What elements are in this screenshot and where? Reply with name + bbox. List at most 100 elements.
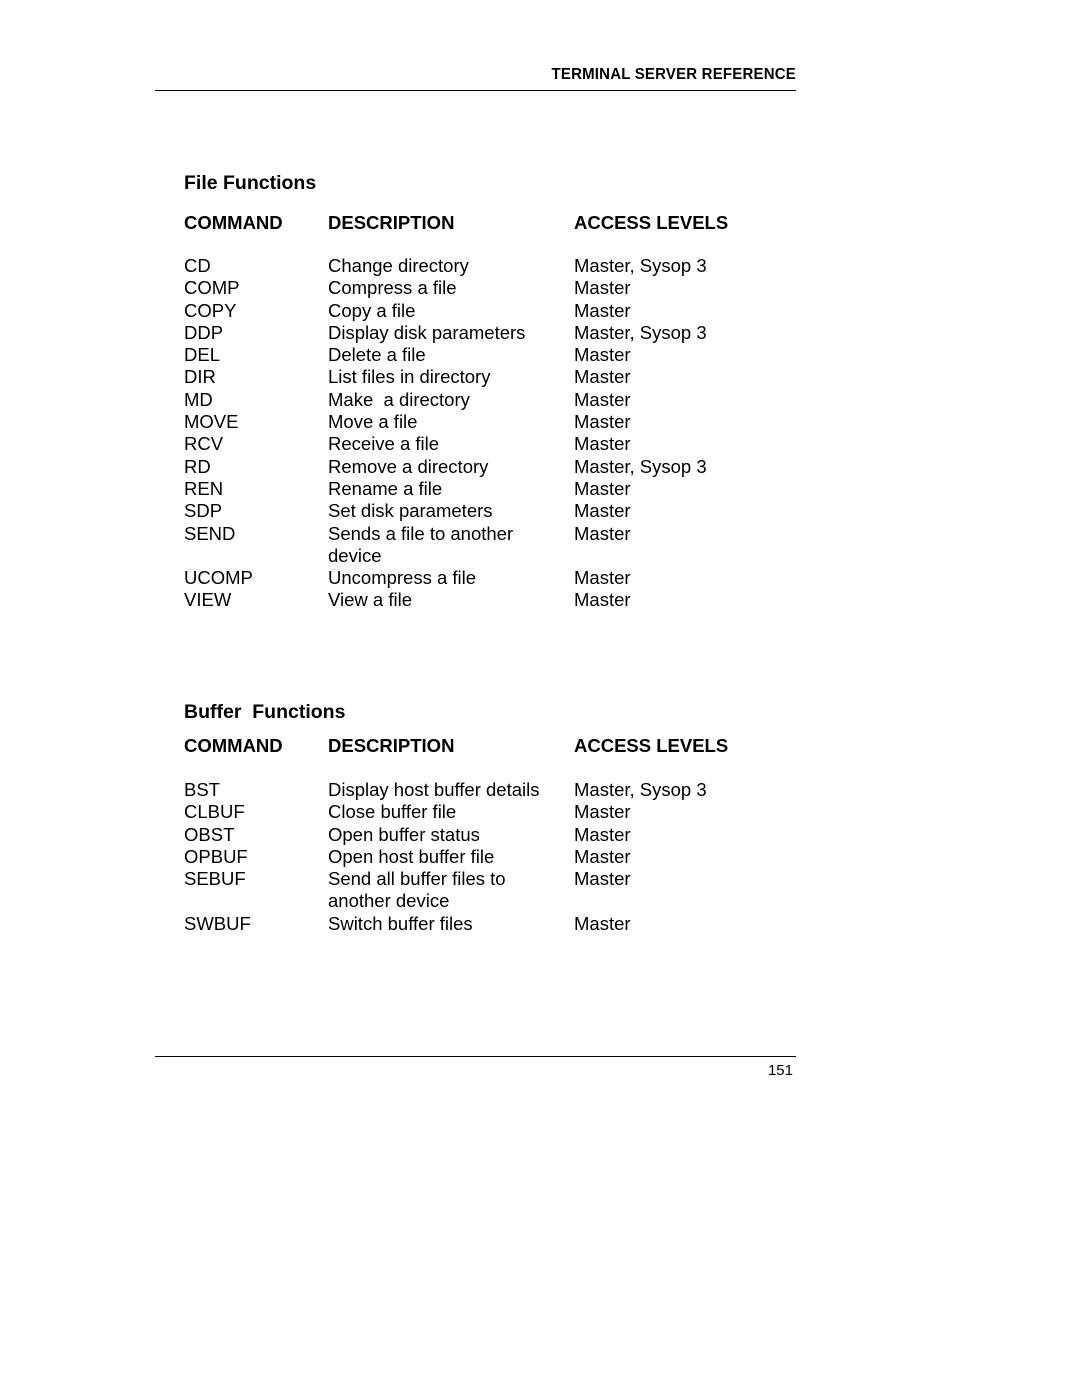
- footer-rule: [155, 1056, 796, 1057]
- table-row: COMP Compress a file Master: [184, 277, 784, 299]
- description-cell: Send all buffer files to another device: [328, 868, 511, 912]
- column-header-description: DESCRIPTION: [328, 212, 455, 233]
- table-header: COMMAND DESCRIPTION ACCESS LEVELS: [184, 735, 784, 759]
- access-level-cell: Master: [574, 277, 631, 299]
- description-cell: Move a file: [328, 411, 418, 433]
- command-cell: SEBUF: [184, 868, 246, 890]
- description-cell: Set disk parameters: [328, 500, 493, 522]
- access-level-cell: Master: [574, 522, 631, 544]
- command-cell: DDP: [184, 321, 224, 343]
- access-level-cell: Master: [574, 589, 631, 611]
- table-row: RCV Receive a file Master: [184, 433, 784, 455]
- access-level-cell: Master: [574, 500, 631, 522]
- access-level-cell: Master, Sysop 3: [574, 255, 707, 276]
- buffer-functions-section: Buffer Functions COMMAND DESCRIPTION ACC…: [184, 700, 784, 935]
- command-cell: VIEW: [184, 589, 232, 611]
- command-cell: SWBUF: [184, 912, 251, 934]
- access-level-cell: Master: [574, 299, 631, 321]
- table-row: SWBUF Switch buffer files Master: [184, 913, 784, 935]
- access-level-cell: Master: [574, 433, 631, 455]
- command-cell: RCV: [184, 433, 224, 455]
- table-row: CD Change directory Master, Sysop 3: [184, 255, 784, 277]
- command-cell: RD: [184, 455, 211, 477]
- table-row: OPBUF Open host buffer file Master: [184, 846, 784, 868]
- description-cell: Uncompress a file: [328, 567, 477, 589]
- description-cell: Delete a file: [328, 344, 426, 366]
- command-cell: COMP: [184, 277, 240, 299]
- description-cell: Rename a file: [328, 477, 443, 499]
- column-header-command: COMMAND: [184, 212, 283, 233]
- description-cell: Make a directory: [328, 388, 470, 410]
- command-cell: CLBUF: [184, 801, 245, 823]
- access-level-cell: Master, Sysop 3: [574, 321, 707, 343]
- access-level-cell: Master, Sysop 3: [574, 455, 707, 477]
- table-row: SEBUF Send all buffer files to another de…: [184, 868, 784, 913]
- description-cell: Compress a file: [328, 277, 457, 299]
- description-cell: Close buffer file: [328, 801, 457, 823]
- access-level-cell: Master, Sysop 3: [574, 779, 707, 800]
- table-row: DDP Display disk parameters Master, Sysop …: [184, 322, 784, 344]
- table-row: DIR List files in directory Master: [184, 366, 784, 388]
- access-level-cell: Master: [574, 868, 631, 890]
- command-cell: DIR: [184, 366, 216, 388]
- command-cell: REN: [184, 477, 224, 499]
- access-level-cell: Master: [574, 388, 631, 410]
- header-rule: [155, 90, 796, 91]
- table-row: BST Display host buffer details Master, Sy…: [184, 779, 784, 801]
- command-cell: COPY: [184, 299, 237, 321]
- description-cell: Sends a file to another device: [328, 522, 519, 566]
- description-cell: List files in directory: [328, 366, 491, 388]
- description-cell: Display host buffer details: [328, 779, 540, 800]
- table-body: CD Change directory Master, Sysop 3 COMP Com…: [184, 255, 784, 612]
- description-cell: Switch buffer files: [328, 912, 473, 934]
- table-row: CLBUF Close buffer file Master: [184, 801, 784, 823]
- command-cell: DEL: [184, 344, 220, 366]
- description-cell: Open host buffer file: [328, 845, 495, 867]
- table-row: SDP Set disk parameters Master: [184, 500, 784, 522]
- table-header: COMMAND DESCRIPTION ACCESS LEVELS: [184, 212, 784, 236]
- table-row: DEL Delete a file Master: [184, 344, 784, 366]
- table-row: MD Make a directory Master: [184, 389, 784, 411]
- column-header-access-levels: ACCESS LEVELS: [574, 735, 729, 756]
- description-cell: Copy a file: [328, 299, 416, 321]
- section-title: Buffer Functions: [184, 701, 346, 723]
- command-cell: MOVE: [184, 411, 239, 433]
- running-header-title: TERMINAL SERVER REFERENCE: [551, 65, 796, 84]
- access-level-cell: Master: [574, 344, 631, 366]
- access-level-cell: Master: [574, 477, 631, 499]
- section-title: File Functions: [184, 172, 317, 194]
- description-cell: Open buffer status: [328, 823, 480, 845]
- table-row: UCOMP Uncompress a file Master: [184, 567, 784, 589]
- access-level-cell: Master: [574, 912, 631, 934]
- command-cell: OBST: [184, 823, 235, 845]
- command-cell: CD: [184, 255, 211, 276]
- command-cell: MD: [184, 388, 213, 410]
- page-number: 151: [767, 1062, 793, 1079]
- command-cell: BST: [184, 779, 220, 800]
- column-header-command: COMMAND: [184, 735, 283, 756]
- table-row: OBST Open buffer status Master: [184, 824, 784, 846]
- access-level-cell: Master: [574, 801, 631, 823]
- table-row: REN Rename a file Master: [184, 478, 784, 500]
- access-level-cell: Master: [574, 823, 631, 845]
- description-cell: Receive a file: [328, 433, 440, 455]
- access-level-cell: Master: [574, 366, 631, 388]
- description-cell: Remove a directory: [328, 455, 489, 477]
- column-header-description: DESCRIPTION: [328, 735, 455, 756]
- access-level-cell: Master: [574, 845, 631, 867]
- table-row: VIEW View a file Master: [184, 589, 784, 611]
- file-functions-section: File Functions COMMAND DESCRIPTION ACCES…: [184, 171, 784, 612]
- table-row: SEND Sends a file to another device Master: [184, 523, 784, 568]
- access-level-cell: Master: [574, 411, 631, 433]
- description-cell: Change directory: [328, 255, 469, 276]
- command-cell: SDP: [184, 500, 223, 522]
- command-cell: OPBUF: [184, 845, 248, 867]
- table-row: MOVE Move a file Master: [184, 411, 784, 433]
- table-row: COPY Copy a file Master: [184, 300, 784, 322]
- access-level-cell: Master: [574, 567, 631, 589]
- table-row: RD Remove a directory Master, Sysop 3: [184, 456, 784, 478]
- command-cell: SEND: [184, 522, 236, 544]
- command-cell: UCOMP: [184, 567, 253, 589]
- description-cell: View a file: [328, 589, 412, 611]
- description-cell: Display disk parameters: [328, 321, 526, 343]
